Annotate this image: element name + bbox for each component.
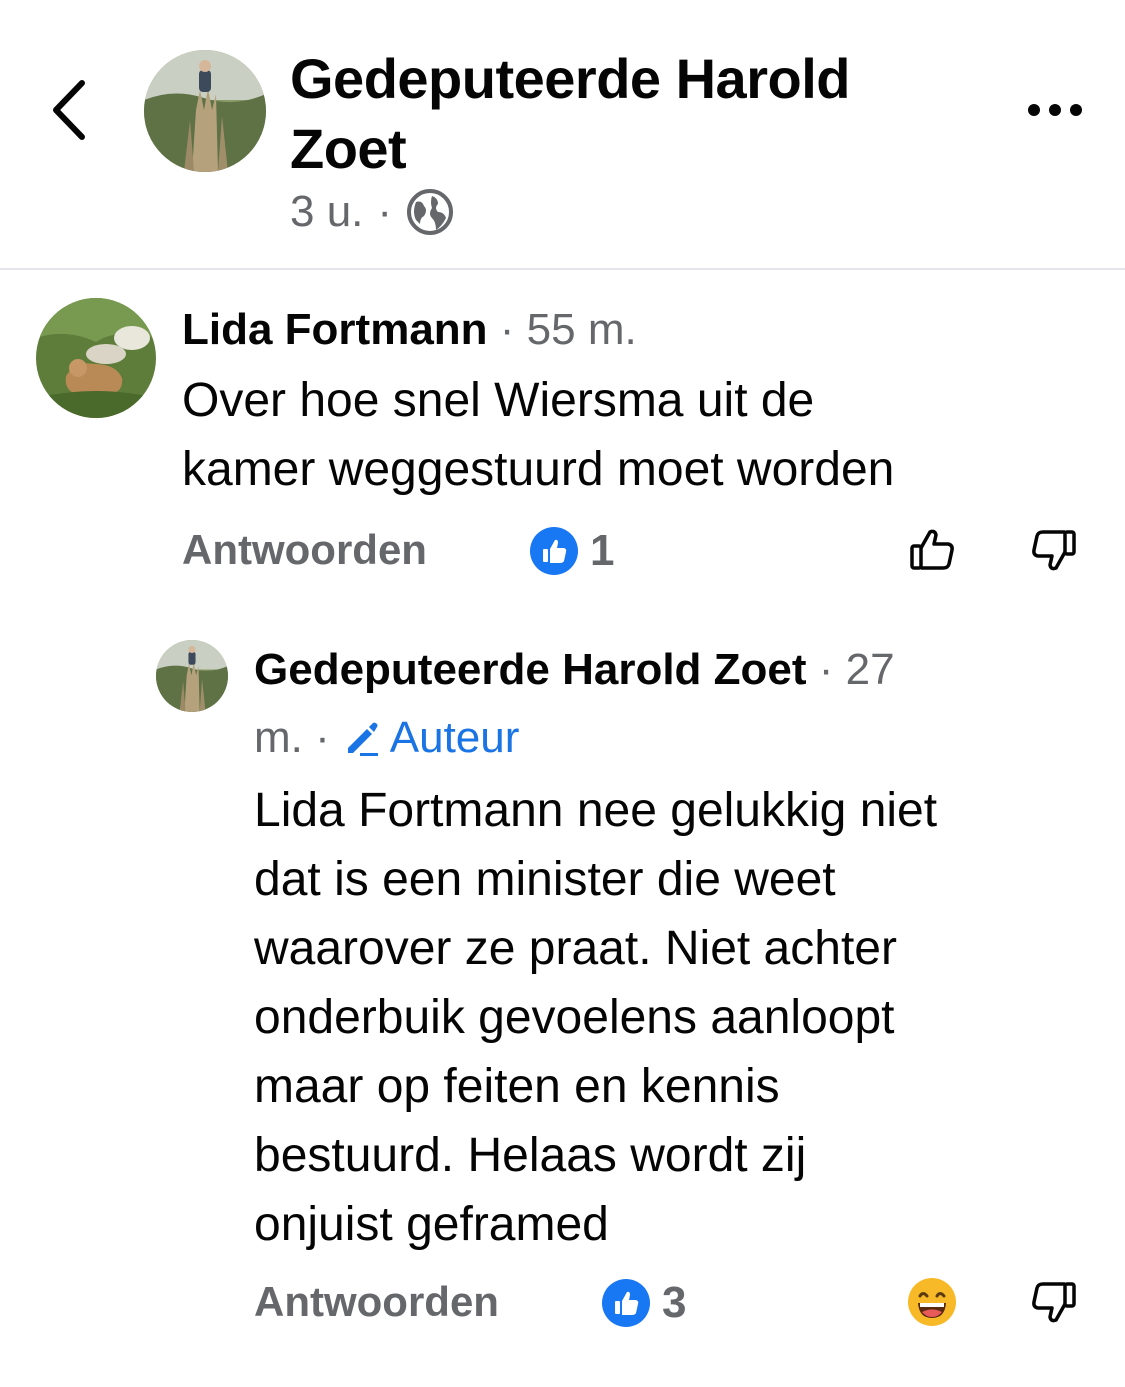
- post-time: 3 u.: [290, 187, 364, 236]
- chevron-left-icon: [53, 80, 85, 140]
- like-button[interactable]: [904, 522, 960, 578]
- author-badge: Auteur: [342, 710, 520, 766]
- comment-header: Lida Fortmann · 55 m.: [182, 302, 1082, 358]
- dislike-button[interactable]: [1026, 522, 1082, 578]
- comment-text: Lida Fortmann nee gelukkig niet dat is e…: [254, 784, 938, 1251]
- thumbs-down-outline-icon: [1032, 1282, 1076, 1323]
- commenter-name[interactable]: Lida Fortmann: [182, 305, 488, 354]
- thumbs-down-outline-icon: [1032, 530, 1076, 571]
- author-avatar[interactable]: [144, 50, 266, 172]
- reply-comment: Gedeputeerde Harold Zoet · 27 m. · Auteu…: [0, 620, 1125, 1360]
- laughing-emoji-icon: [908, 1278, 956, 1326]
- reaction-summary[interactable]: 3: [602, 1278, 686, 1328]
- comment-text: Over hoe snel Wiersma uit de kamer wegge…: [182, 374, 895, 496]
- like-icon: [602, 1279, 650, 1327]
- like-icon: [530, 527, 578, 575]
- reply-button[interactable]: Antwoorden: [254, 1278, 499, 1326]
- reply-button[interactable]: Antwoorden: [182, 526, 427, 574]
- post-header: Gedeputeerde Harold Zoet 3 u. ·: [0, 0, 1125, 270]
- commenter-avatar[interactable]: [156, 640, 228, 712]
- comment-actions: Antwoorden 1: [182, 520, 1082, 580]
- post-author-name[interactable]: Gedeputeerde Harold Zoet: [290, 44, 930, 184]
- more-icon: [1028, 104, 1040, 116]
- globe-icon: [407, 189, 454, 235]
- comment-time-cont: m. ·: [254, 713, 330, 762]
- react-button[interactable]: [902, 1272, 962, 1332]
- comment: Lida Fortmann · 55 m. Over hoe snel Wier…: [0, 270, 1125, 610]
- post-meta: 3 u. ·: [290, 184, 454, 240]
- meta-separator: ·: [377, 187, 393, 236]
- comment-actions: Antwoorden 3: [254, 1272, 1084, 1332]
- pencil-icon: [347, 722, 378, 756]
- reaction-summary[interactable]: 1: [530, 526, 614, 576]
- comment-time[interactable]: · 55 m.: [500, 305, 637, 354]
- reaction-count: 1: [590, 526, 615, 575]
- dislike-button[interactable]: [1026, 1274, 1082, 1330]
- author-badge-label: Auteur: [389, 713, 520, 762]
- back-button[interactable]: [40, 70, 100, 150]
- reaction-count: 3: [662, 1278, 687, 1327]
- commenter-avatar[interactable]: [36, 298, 156, 418]
- comment-time[interactable]: · 27: [819, 645, 895, 694]
- comment-header-cont: m. · Auteur: [254, 710, 1074, 766]
- more-options-button[interactable]: [1020, 90, 1090, 130]
- commenter-name[interactable]: Gedeputeerde Harold Zoet: [254, 645, 807, 694]
- comment-header: Gedeputeerde Harold Zoet · 27: [254, 642, 1074, 698]
- thumbs-up-outline-icon: [910, 529, 954, 570]
